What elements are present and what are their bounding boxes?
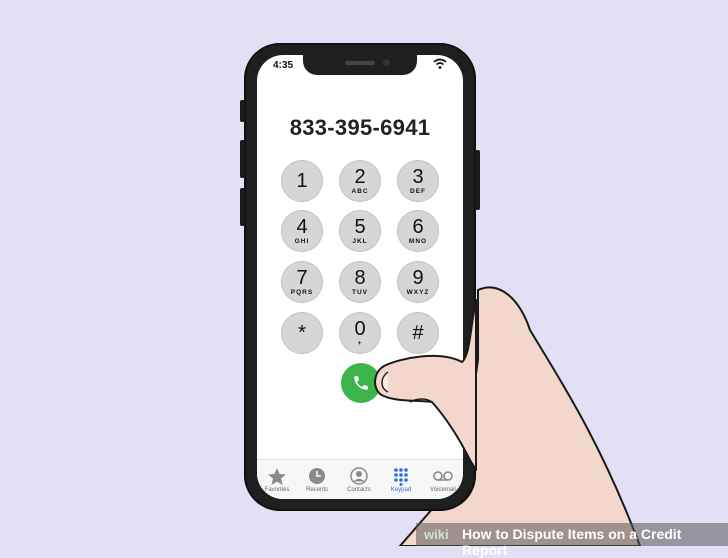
thumb-illustration <box>374 299 477 471</box>
article-title: How to Dispute Items on a Credit Report <box>462 526 682 558</box>
illustration: 4:35 833-395-6941 Favorites Recents Cont… <box>0 0 728 558</box>
wikihow-logo: wiki <box>424 527 449 542</box>
